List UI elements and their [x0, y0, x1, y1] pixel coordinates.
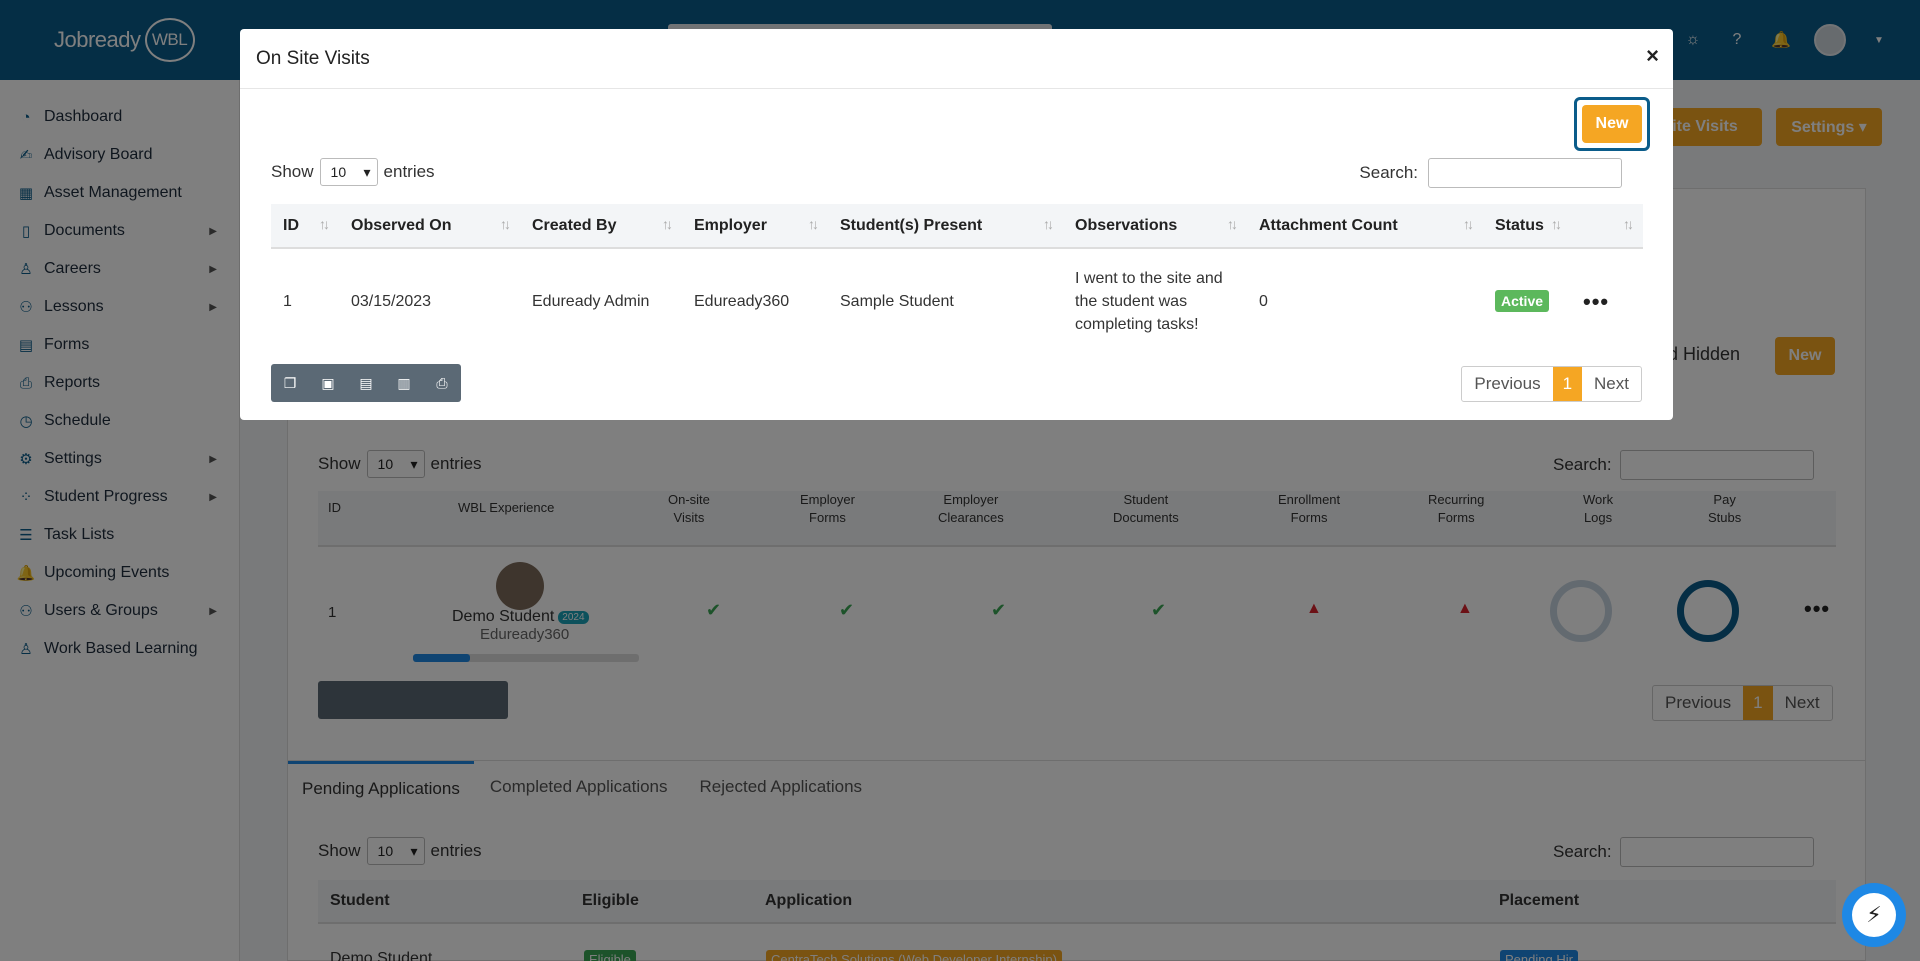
col-header-label: Created By	[532, 216, 617, 234]
modal-search-label: Search:	[1359, 163, 1418, 182]
col-header-created-by[interactable]: Created By ↑↓	[520, 204, 682, 249]
col-header-attachment-count[interactable]: Attachment Count ↑↓	[1247, 204, 1483, 249]
support-icon: ⚡	[1852, 893, 1896, 937]
chevron-down-icon: ▾	[363, 163, 371, 180]
col-header-label: ID	[283, 216, 299, 234]
table-row[interactable]: 1 03/15/2023 Eduready Admin Eduready360 Samp…	[271, 248, 1643, 354]
visits-table-body: 1 03/15/2023 Eduready Admin Eduready360 Samp…	[271, 248, 1643, 354]
visits-table: ID ↑↓ Observed On ↑↓ Created By ↑↓ Employer ↑↓ S…	[271, 204, 1643, 354]
cell-observed-on: 03/15/2023	[351, 292, 432, 310]
col-header-label: Attachment Count	[1259, 216, 1398, 234]
cell-id: 1	[283, 292, 292, 310]
modal-pagination: Previous 1 Next	[1461, 366, 1642, 402]
new-visit-button[interactable]: New	[1582, 105, 1642, 143]
modal-entries-select[interactable]: 10 ▾	[319, 158, 378, 186]
col-header-status[interactable]: Status ↑↓	[1483, 204, 1571, 249]
excel-icon[interactable]: ▣	[309, 364, 347, 402]
cell-employer: Eduready360	[694, 292, 790, 310]
sort-icon: ↑↓	[1227, 216, 1238, 232]
status-badge: Active	[1495, 289, 1550, 312]
sort-icon: ↑↓	[1463, 216, 1474, 232]
sort-icon: ↑↓	[1551, 216, 1562, 232]
more-actions-icon[interactable]: •••	[1583, 289, 1609, 314]
col-header-id[interactable]: ID ↑↓	[271, 204, 339, 249]
visits-table-header: ID ↑↓ Observed On ↑↓ Created By ↑↓ Employer ↑↓ S…	[271, 204, 1643, 249]
cell-status: Active	[1483, 248, 1571, 354]
cell-observations: I went to the site and the student was c…	[1075, 270, 1223, 333]
pdf-icon[interactable]: ▥	[385, 364, 423, 402]
modal-header: On Site Visits ×	[240, 29, 1673, 89]
cell-attachments: 0	[1259, 292, 1268, 310]
col-header-observed-on[interactable]: Observed On ↑↓	[339, 204, 520, 249]
col-header-observations[interactable]: Observations ↑↓	[1063, 204, 1247, 249]
col-header-label: Observations	[1075, 216, 1178, 234]
modal-page-1[interactable]: 1	[1552, 367, 1583, 401]
modal-next-button[interactable]: Next	[1582, 367, 1641, 401]
modal-entries-label: entries	[383, 162, 435, 181]
sort-icon: ↑↓	[1043, 216, 1054, 232]
sort-icon: ↑↓	[662, 216, 673, 232]
help-chat-button[interactable]: ⚡	[1842, 883, 1906, 947]
col-header-label: Observed On	[351, 216, 452, 234]
cell-students: Sample Student	[840, 292, 954, 310]
cell-actions: •••	[1571, 248, 1643, 354]
copy-icon[interactable]: ❐	[271, 364, 309, 402]
print-icon[interactable]: ⎙	[423, 364, 461, 402]
sort-icon: ↑↓	[808, 216, 819, 232]
new-button-focus-ring: New	[1574, 97, 1650, 151]
csv-icon[interactable]: ▤	[347, 364, 385, 402]
sort-icon: ↑↓	[500, 216, 511, 232]
close-icon[interactable]: ×	[1646, 43, 1659, 69]
on-site-visits-modal: On Site Visits × New Show 10 ▾ entries Se…	[240, 29, 1673, 420]
col-header-actions[interactable]: ↑↓	[1571, 204, 1643, 249]
export-toolbar: ❐ ▣ ▤ ▥ ⎙	[271, 364, 461, 402]
modal-title: On Site Visits	[256, 47, 370, 69]
col-header-label: Student(s) Present	[840, 216, 983, 234]
cell-created-by: Eduready Admin	[532, 292, 650, 310]
sort-icon: ↑↓	[1623, 216, 1634, 232]
col-header-employer[interactable]: Employer ↑↓	[682, 204, 828, 249]
col-header-student-s-present[interactable]: Student(s) Present ↑↓	[828, 204, 1063, 249]
col-header-label: Status	[1495, 216, 1544, 234]
modal-prev-button[interactable]: Previous	[1462, 367, 1552, 401]
modal-show-label: Show	[271, 162, 314, 181]
sort-icon: ↑↓	[319, 216, 330, 232]
modal-search-input[interactable]	[1428, 158, 1622, 188]
col-header-label: Employer	[694, 216, 767, 234]
